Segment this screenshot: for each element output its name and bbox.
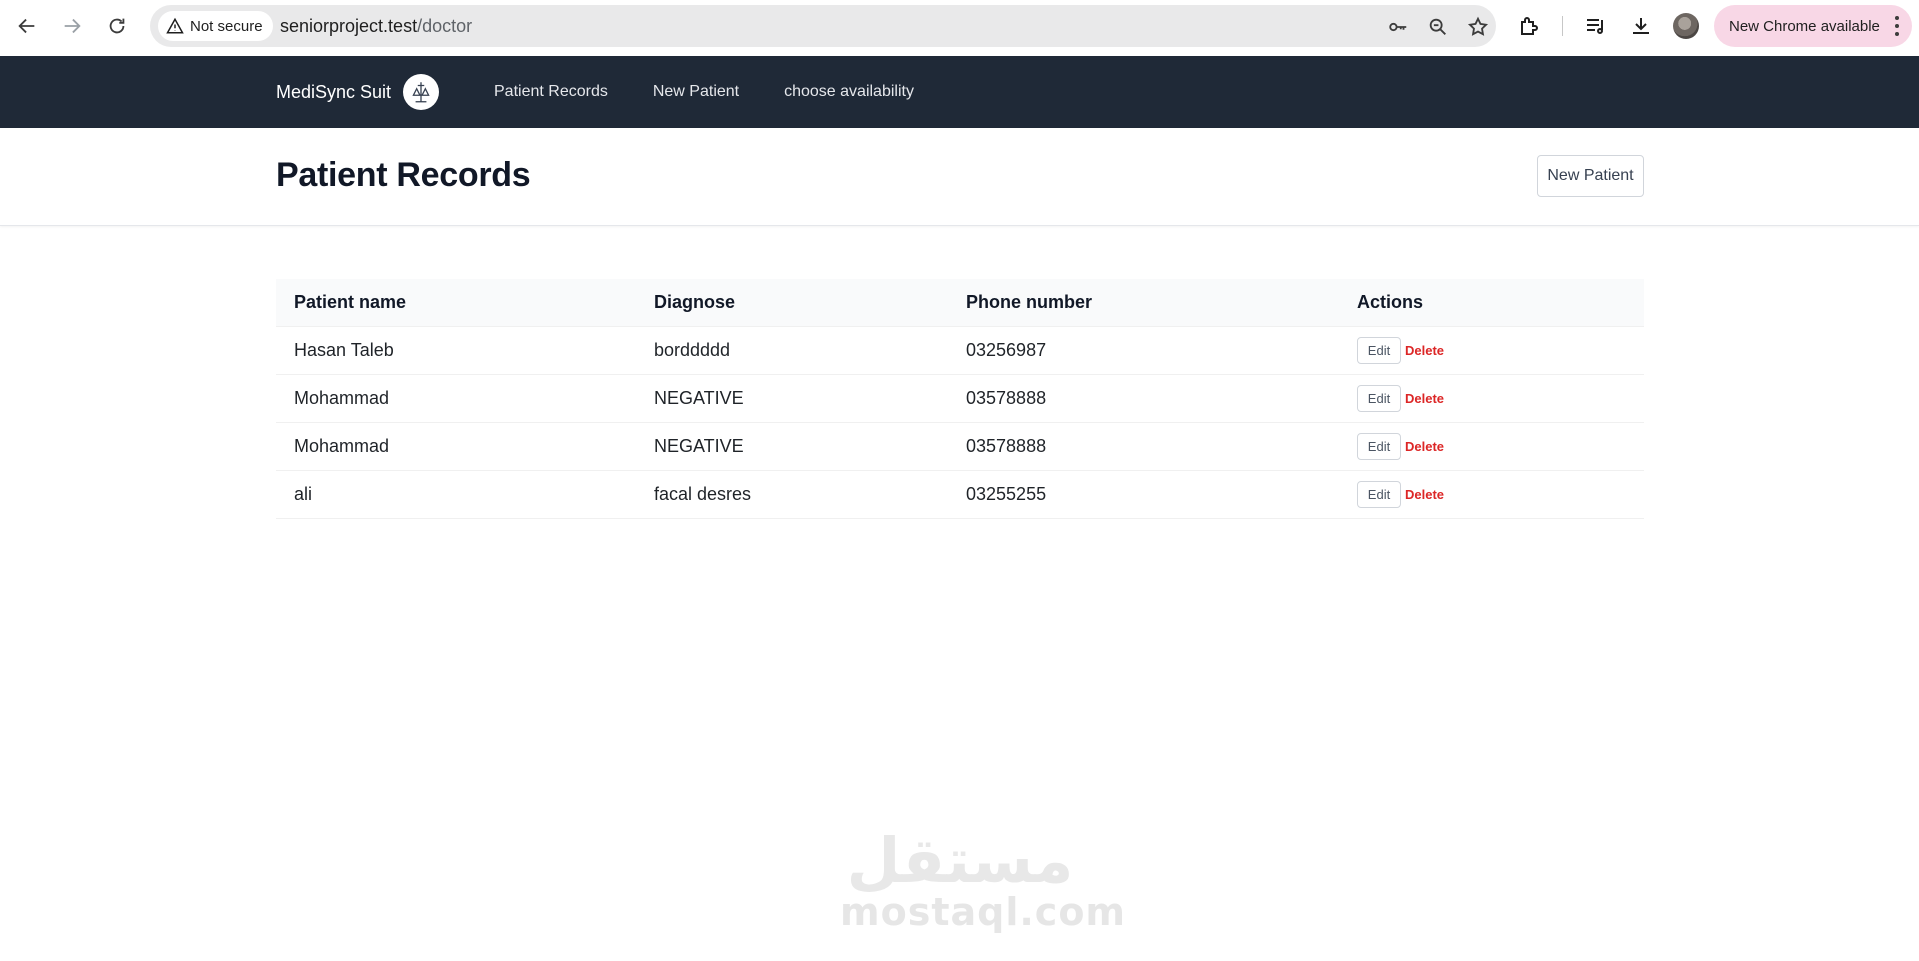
app-navbar: MediSync Suit Patient Records New Patien… — [0, 56, 1919, 128]
edit-button[interactable]: Edit — [1357, 480, 1401, 508]
diagnose-cell: facal desres — [636, 470, 948, 519]
warning-icon — [166, 17, 184, 34]
bookmark-star-icon[interactable] — [1466, 15, 1490, 39]
delete-button[interactable]: Delete — [1405, 391, 1444, 406]
column-header-actions: Actions — [1339, 279, 1644, 327]
brand[interactable]: MediSync Suit — [276, 56, 440, 128]
more-menu-icon[interactable] — [1894, 16, 1900, 36]
extensions-icon[interactable] — [1515, 12, 1543, 40]
phone-cell: 03578888 — [948, 422, 1339, 471]
url-host: seniorproject.test — [280, 16, 418, 36]
reload-icon[interactable] — [103, 12, 131, 40]
diagnose-cell: borddddd — [636, 326, 948, 375]
actions-cell: Edit Delete — [1339, 422, 1644, 471]
edit-button[interactable]: Edit — [1357, 336, 1401, 364]
new-patient-button[interactable]: New Patient — [1537, 155, 1644, 197]
delete-button[interactable]: Delete — [1405, 343, 1444, 358]
key-icon[interactable] — [1386, 15, 1410, 39]
profile-avatar[interactable] — [1673, 13, 1699, 39]
watermark: مستقل mostaql.com — [840, 824, 1127, 934]
table-row: ali facal desres 03255255 Edit Delete — [276, 470, 1644, 519]
diagnose-cell: NEGATIVE — [636, 422, 948, 471]
download-icon[interactable] — [1627, 12, 1655, 40]
patient-records-table: Patient name Diagnose Phone number Actio… — [276, 279, 1644, 519]
security-label: Not secure — [190, 17, 263, 35]
patient-name-cell: Hasan Taleb — [276, 326, 636, 375]
phone-cell: 03256987 — [948, 326, 1339, 375]
url-text[interactable]: seniorproject.test/doctor — [280, 16, 472, 37]
column-header-diagnose: Diagnose — [636, 279, 948, 327]
brand-name: MediSync Suit — [276, 81, 392, 102]
phone-cell: 03255255 — [948, 470, 1339, 519]
nav-link-new-patient[interactable]: New Patient — [653, 83, 739, 101]
nav-links: Patient Records New Patient choose avail… — [494, 56, 914, 128]
delete-button[interactable]: Delete — [1405, 487, 1444, 502]
diagnose-cell: NEGATIVE — [636, 374, 948, 423]
back-icon[interactable] — [13, 12, 41, 40]
actions-cell: Edit Delete — [1339, 326, 1644, 375]
edit-button[interactable]: Edit — [1357, 384, 1401, 412]
watermark-arabic: مستقل — [846, 824, 1074, 897]
page-header: Patient Records New Patient — [0, 128, 1919, 226]
table-row: Mohammad NEGATIVE 03578888 Edit Delete — [276, 374, 1644, 423]
page-title: Patient Records — [276, 156, 531, 194]
patient-name-cell: Mohammad — [276, 422, 636, 471]
update-label: New Chrome available — [1729, 17, 1880, 35]
phone-cell: 03578888 — [948, 374, 1339, 423]
zoom-icon[interactable] — [1426, 15, 1450, 39]
browser-toolbar: Not secure seniorproject.test/doctor New… — [0, 0, 1919, 56]
column-header-patient-name: Patient name — [276, 279, 636, 327]
edit-button[interactable]: Edit — [1357, 432, 1401, 460]
update-chrome-button[interactable]: New Chrome available — [1714, 5, 1912, 47]
table-header-row: Patient name Diagnose Phone number Actio… — [276, 279, 1644, 327]
nav-link-patient-records[interactable]: Patient Records — [494, 83, 608, 101]
patient-name-cell: Mohammad — [276, 374, 636, 423]
watermark-latin: mostaql.com — [840, 890, 1127, 934]
delete-button[interactable]: Delete — [1405, 439, 1444, 454]
address-bar[interactable]: Not secure seniorproject.test/doctor — [150, 5, 1496, 47]
nav-link-choose-availability[interactable]: choose availability — [784, 83, 914, 101]
brand-logo-icon — [403, 74, 440, 110]
url-path: /doctor — [417, 16, 473, 36]
media-queue-icon[interactable] — [1582, 12, 1610, 40]
toolbar-divider — [1562, 16, 1563, 36]
security-chip[interactable]: Not secure — [158, 11, 273, 41]
forward-icon[interactable] — [58, 12, 86, 40]
table-row: Mohammad NEGATIVE 03578888 Edit Delete — [276, 422, 1644, 471]
column-header-phone-number: Phone number — [948, 279, 1339, 327]
actions-cell: Edit Delete — [1339, 374, 1644, 423]
patient-name-cell: ali — [276, 470, 636, 519]
table-row: Hasan Taleb borddddd 03256987 Edit Delete — [276, 326, 1644, 375]
actions-cell: Edit Delete — [1339, 470, 1644, 519]
